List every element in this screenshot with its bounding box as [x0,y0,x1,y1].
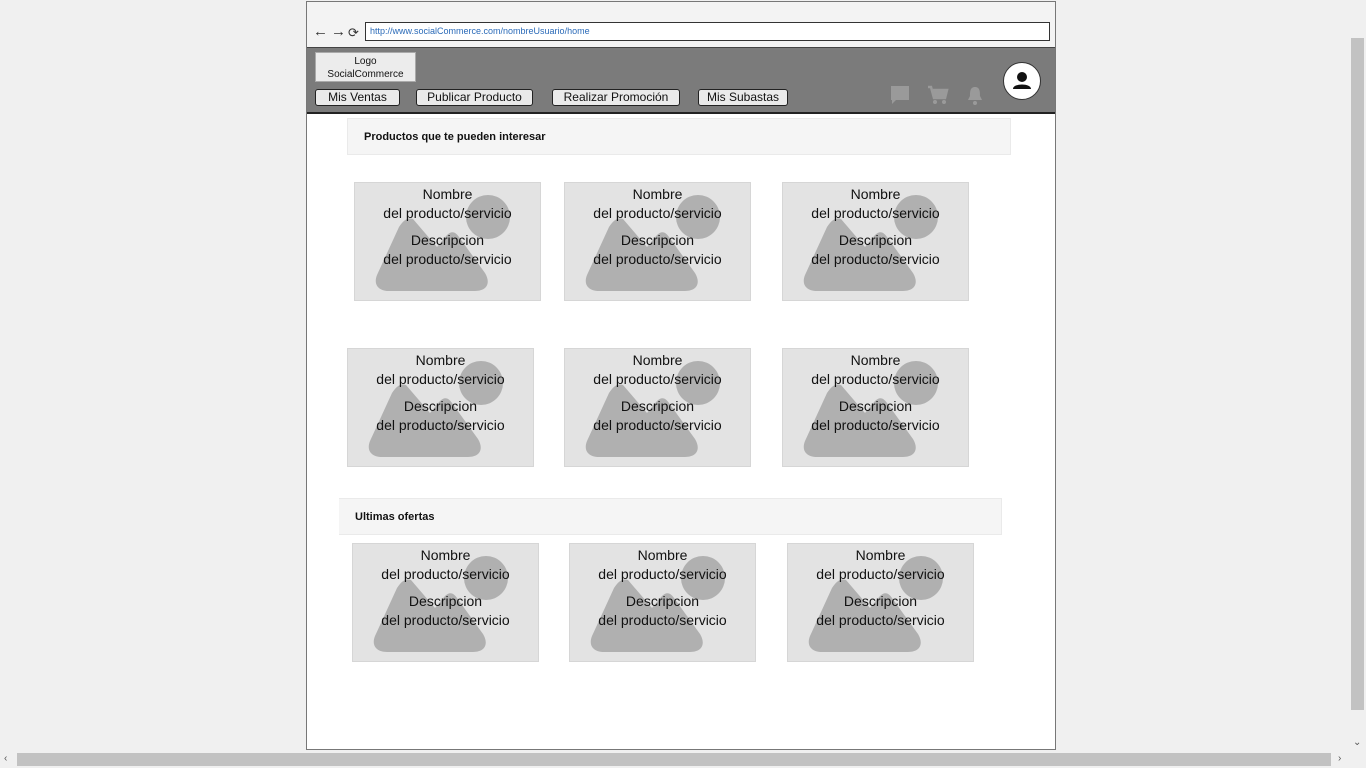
horizontal-scrollbar[interactable]: ‹ › [0,751,1366,768]
product-name-line-2: del producto/servicio [593,371,722,387]
product-desc-line-1: Descripcion [625,593,700,609]
product-desc-line-2: del producto/servicio [811,417,940,433]
product-name-line-1: Nombre [632,352,683,368]
product-name-line-2: del producto/servicio [593,205,722,221]
cart-icon[interactable] [927,84,949,106]
product-desc-line-1: Descripcion [843,593,918,609]
chat-icon[interactable] [889,84,911,106]
recommended-product-card[interactable]: Nombre del producto/servicio Descripcion de… [564,348,751,467]
product-desc-line-2: del producto/servicio [598,612,727,628]
back-arrow-icon[interactable]: ← [313,24,328,39]
product-name-line-1: Nombre [422,186,473,202]
app-header: Logo SocialCommerce Mis Ventas Publicar … [307,47,1055,114]
product-name-line-1: Nombre [850,186,901,202]
product-desc-line-2: del producto/servicio [593,251,722,267]
product-name-line-2: del producto/servicio [811,371,940,387]
product-desc-line-1: Descripcion [838,232,913,248]
product-desc-line-2: del producto/servicio [376,417,505,433]
address-bar[interactable]: http://www.socialCommerce.com/nombreUsua… [365,22,1050,41]
logo-line-2: SocialCommerce [327,69,404,80]
product-desc-line-2: del producto/servicio [816,612,945,628]
scroll-left-arrow-icon[interactable]: ‹ [4,754,7,764]
product-name-line-2: del producto/servicio [811,205,940,221]
product-name-line-1: Nombre [632,186,683,202]
browser-window: ← → ⟳ http://www.socialCommerce.com/nomb… [306,1,1056,750]
recommended-product-card[interactable]: Nombre del producto/servicio Descripcion de… [347,348,534,467]
product-desc-line-2: del producto/servicio [593,417,722,433]
product-name-line-1: Nombre [420,547,471,563]
scroll-down-arrow-icon[interactable]: ⌄ [1353,738,1361,748]
vertical-scrollbar[interactable]: ⌄ [1349,0,1366,751]
offer-product-card[interactable]: Nombre del producto/servicio Descripcion de… [569,543,756,662]
product-name-line-2: del producto/servicio [816,566,945,582]
product-desc-line-1: Descripcion [838,398,913,414]
logo-line-1: Logo [354,56,377,67]
browser-toolbar: ← → ⟳ http://www.socialCommerce.com/nomb… [307,2,1055,47]
offer-product-card[interactable]: Nombre del producto/servicio Descripcion de… [787,543,974,662]
product-name-line-1: Nombre [637,547,688,563]
product-desc-line-1: Descripcion [620,232,695,248]
product-name-line-2: del producto/servicio [383,205,512,221]
offer-product-card[interactable]: Nombre del producto/servicio Descripcion de… [352,543,539,662]
recommended-product-card[interactable]: Nombre del producto/servicio Descripcion de… [354,182,541,301]
product-name-line-1: Nombre [855,547,906,563]
tab-realizar-promocion[interactable]: Realizar Promoción [552,89,680,106]
logo[interactable]: Logo SocialCommerce [315,52,416,82]
tab-mis-ventas[interactable]: Mis Ventas [315,89,400,106]
product-name-line-2: del producto/servicio [381,566,510,582]
product-name-line-2: del producto/servicio [598,566,727,582]
product-desc-line-2: del producto/servicio [383,251,512,267]
recommended-product-card[interactable]: Nombre del producto/servicio Descripcion de… [782,348,969,467]
person-icon [1013,72,1031,89]
product-desc-line-2: del producto/servicio [811,251,940,267]
scroll-right-arrow-icon[interactable]: › [1338,754,1341,764]
reload-icon[interactable]: ⟳ [348,25,359,40]
section-title-recomendados: Productos que te pueden interesar [347,118,1011,155]
forward-arrow-icon[interactable]: → [331,24,346,39]
product-name-line-1: Nombre [415,352,466,368]
product-desc-line-2: del producto/servicio [381,612,510,628]
tab-mis-subastas[interactable]: Mis Subastas [698,89,788,106]
product-desc-line-1: Descripcion [408,593,483,609]
product-desc-line-1: Descripcion [620,398,695,414]
recommended-product-card[interactable]: Nombre del producto/servicio Descripcion de… [564,182,751,301]
product-desc-line-1: Descripcion [403,398,478,414]
product-name-line-1: Nombre [850,352,901,368]
vertical-scroll-thumb[interactable] [1351,38,1364,710]
section-title-ofertas: Ultimas ofertas [339,498,1002,535]
tab-publicar-producto[interactable]: Publicar Producto [416,89,533,106]
bell-icon[interactable] [964,84,986,106]
recommended-product-card[interactable]: Nombre del producto/servicio Descripcion de… [782,182,969,301]
user-avatar-icon[interactable] [1003,62,1041,100]
product-desc-line-1: Descripcion [410,232,485,248]
product-name-line-2: del producto/servicio [376,371,505,387]
horizontal-scroll-thumb[interactable] [17,753,1331,766]
